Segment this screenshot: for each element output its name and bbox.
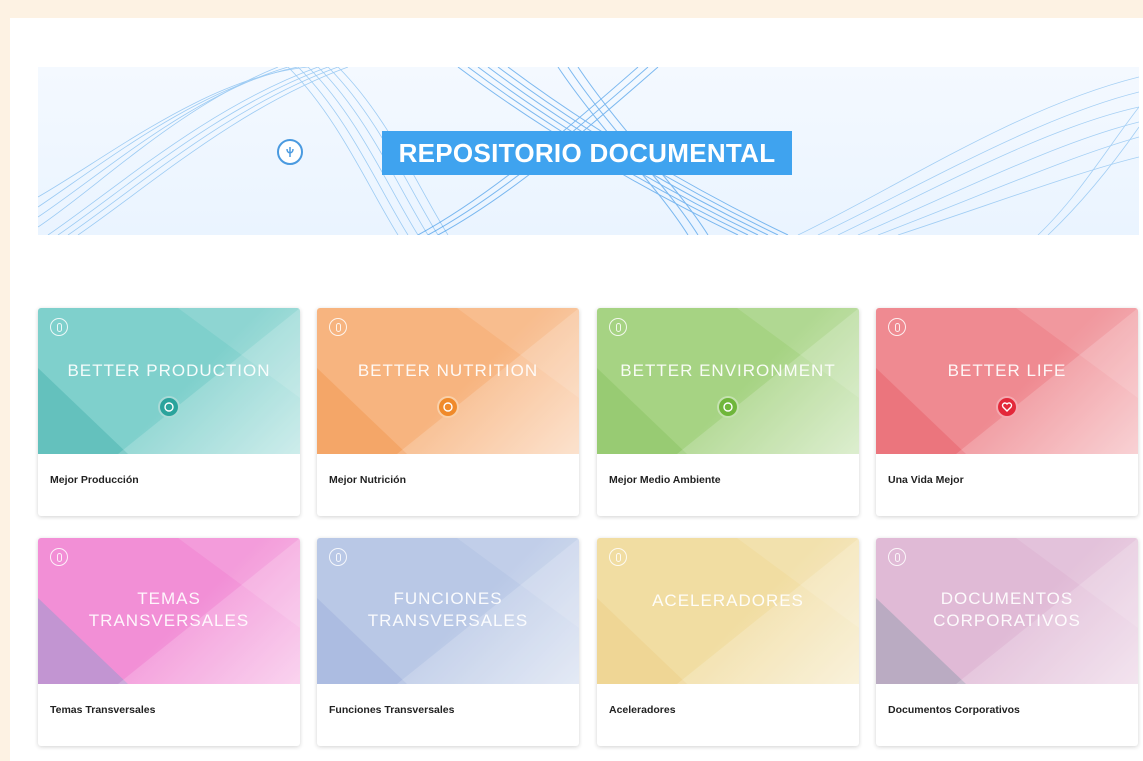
card-heading: FUNCIONES TRANSVERSALES: [317, 588, 579, 632]
card-heading-line: TRANSVERSALES: [88, 611, 250, 630]
category-card-corporativos[interactable]: DOCUMENTOS CORPORATIVOS Documentos Corpora…: [876, 538, 1138, 746]
card-image[interactable]: BETTER NUTRITION: [317, 308, 579, 454]
fao-logo-icon: [888, 318, 906, 336]
card-image[interactable]: BETTER ENVIRONMENT: [597, 308, 859, 454]
category-card-production[interactable]: BETTER PRODUCTION Mejor Producción: [38, 308, 300, 516]
card-heading: BETTER PRODUCTION: [38, 360, 300, 382]
card-caption[interactable]: Una Vida Mejor: [888, 474, 964, 486]
bowl-icon: [437, 396, 459, 418]
card-image[interactable]: BETTER LIFE: [876, 308, 1138, 454]
card-heading: DOCUMENTOS CORPORATIVOS: [876, 588, 1138, 632]
fao-logo-icon: [50, 318, 68, 336]
card-heading-line: ACELERADORES: [652, 591, 804, 610]
card-heading-line: TEMAS: [137, 589, 201, 608]
card-heading: BETTER ENVIRONMENT: [597, 360, 859, 382]
fao-logo-icon: [329, 548, 347, 566]
card-caption[interactable]: Temas Transversales: [50, 704, 155, 716]
banner-title: REPOSITORIO DOCUMENTAL: [382, 131, 792, 175]
card-caption[interactable]: Mejor Producción: [50, 474, 139, 486]
leaf-icon: [158, 396, 180, 418]
card-caption[interactable]: Funciones Transversales: [329, 704, 454, 716]
card-image[interactable]: FUNCIONES TRANSVERSALES: [317, 538, 579, 684]
repository-banner: REPOSITORIO DOCUMENTAL: [38, 67, 1139, 235]
card-heading-line: CORPORATIVOS: [933, 611, 1081, 630]
card-heading-line: DOCUMENTOS: [940, 589, 1074, 608]
card-heading: TEMAS TRANSVERSALES: [38, 588, 300, 632]
card-image[interactable]: DOCUMENTOS CORPORATIVOS: [876, 538, 1138, 684]
page: REPOSITORIO DOCUMENTAL BETTER PRODUCTION…: [10, 18, 1143, 761]
card-heading-line: TRANSVERSALES: [367, 611, 529, 630]
fao-logo-icon: [609, 548, 627, 566]
card-caption[interactable]: Documentos Corporativos: [888, 704, 1020, 716]
category-card-aceleradores[interactable]: ACELERADORES Aceleradores: [597, 538, 859, 746]
card-heading-line: BETTER ENVIRONMENT: [620, 361, 836, 380]
card-heading-line: BETTER NUTRITION: [357, 361, 539, 380]
fao-logo-icon: [50, 548, 68, 566]
card-caption[interactable]: Aceleradores: [609, 704, 676, 716]
card-heading: ACELERADORES: [597, 590, 859, 612]
category-card-funciones[interactable]: FUNCIONES TRANSVERSALES Funciones Transver…: [317, 538, 579, 746]
card-image[interactable]: TEMAS TRANSVERSALES: [38, 538, 300, 684]
card-image[interactable]: ACELERADORES: [597, 538, 859, 684]
fao-logo-icon: [609, 318, 627, 336]
heart-icon: [996, 396, 1018, 418]
card-heading-line: BETTER LIFE: [947, 361, 1067, 380]
card-heading: BETTER LIFE: [876, 360, 1138, 382]
card-heading: BETTER NUTRITION: [317, 360, 579, 382]
category-card-temas[interactable]: TEMAS TRANSVERSALES Temas Transversales: [38, 538, 300, 746]
card-caption[interactable]: Mejor Nutrición: [329, 474, 406, 486]
card-image[interactable]: BETTER PRODUCTION: [38, 308, 300, 454]
card-caption[interactable]: Mejor Medio Ambiente: [609, 474, 721, 486]
category-card-environment[interactable]: BETTER ENVIRONMENT Mejor Medio Ambiente: [597, 308, 859, 516]
globe-icon: [717, 396, 739, 418]
card-heading-line: FUNCIONES: [393, 589, 503, 608]
card-heading-line: BETTER PRODUCTION: [67, 361, 271, 380]
fao-logo-icon: [277, 139, 303, 165]
fao-logo-icon: [888, 548, 906, 566]
category-card-nutrition[interactable]: BETTER NUTRITION Mejor Nutrición: [317, 308, 579, 516]
category-card-life[interactable]: BETTER LIFE Una Vida Mejor: [876, 308, 1138, 516]
fao-logo-icon: [329, 318, 347, 336]
